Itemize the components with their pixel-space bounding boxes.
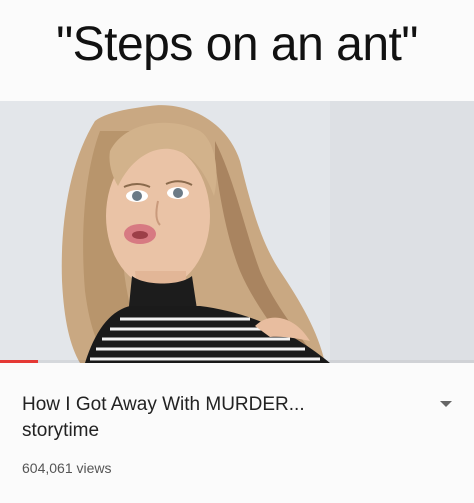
meme-caption-text: "Steps on an ant" <box>56 18 418 71</box>
thumbnail-image <box>0 101 474 363</box>
video-thumbnail[interactable] <box>0 101 474 363</box>
video-meta: How I Got Away With MURDER... storytime … <box>22 392 412 476</box>
meme-screenshot: "Steps on an ant" How I Got Away With MU… <box>0 0 474 503</box>
view-count: 604,061 views <box>22 460 112 476</box>
chevron-down-icon[interactable] <box>437 397 455 411</box>
video-title-line2: storytime <box>22 420 100 441</box>
watch-progress-fill <box>0 360 38 363</box>
video-title-line1: How I Got Away With MURDER... <box>22 394 305 415</box>
watch-progress-track <box>0 360 474 363</box>
meme-caption: "Steps on an ant" <box>0 0 474 96</box>
cropped-next-row <box>0 494 474 503</box>
video-title[interactable]: How I Got Away With MURDER... storytime <box>22 392 412 444</box>
